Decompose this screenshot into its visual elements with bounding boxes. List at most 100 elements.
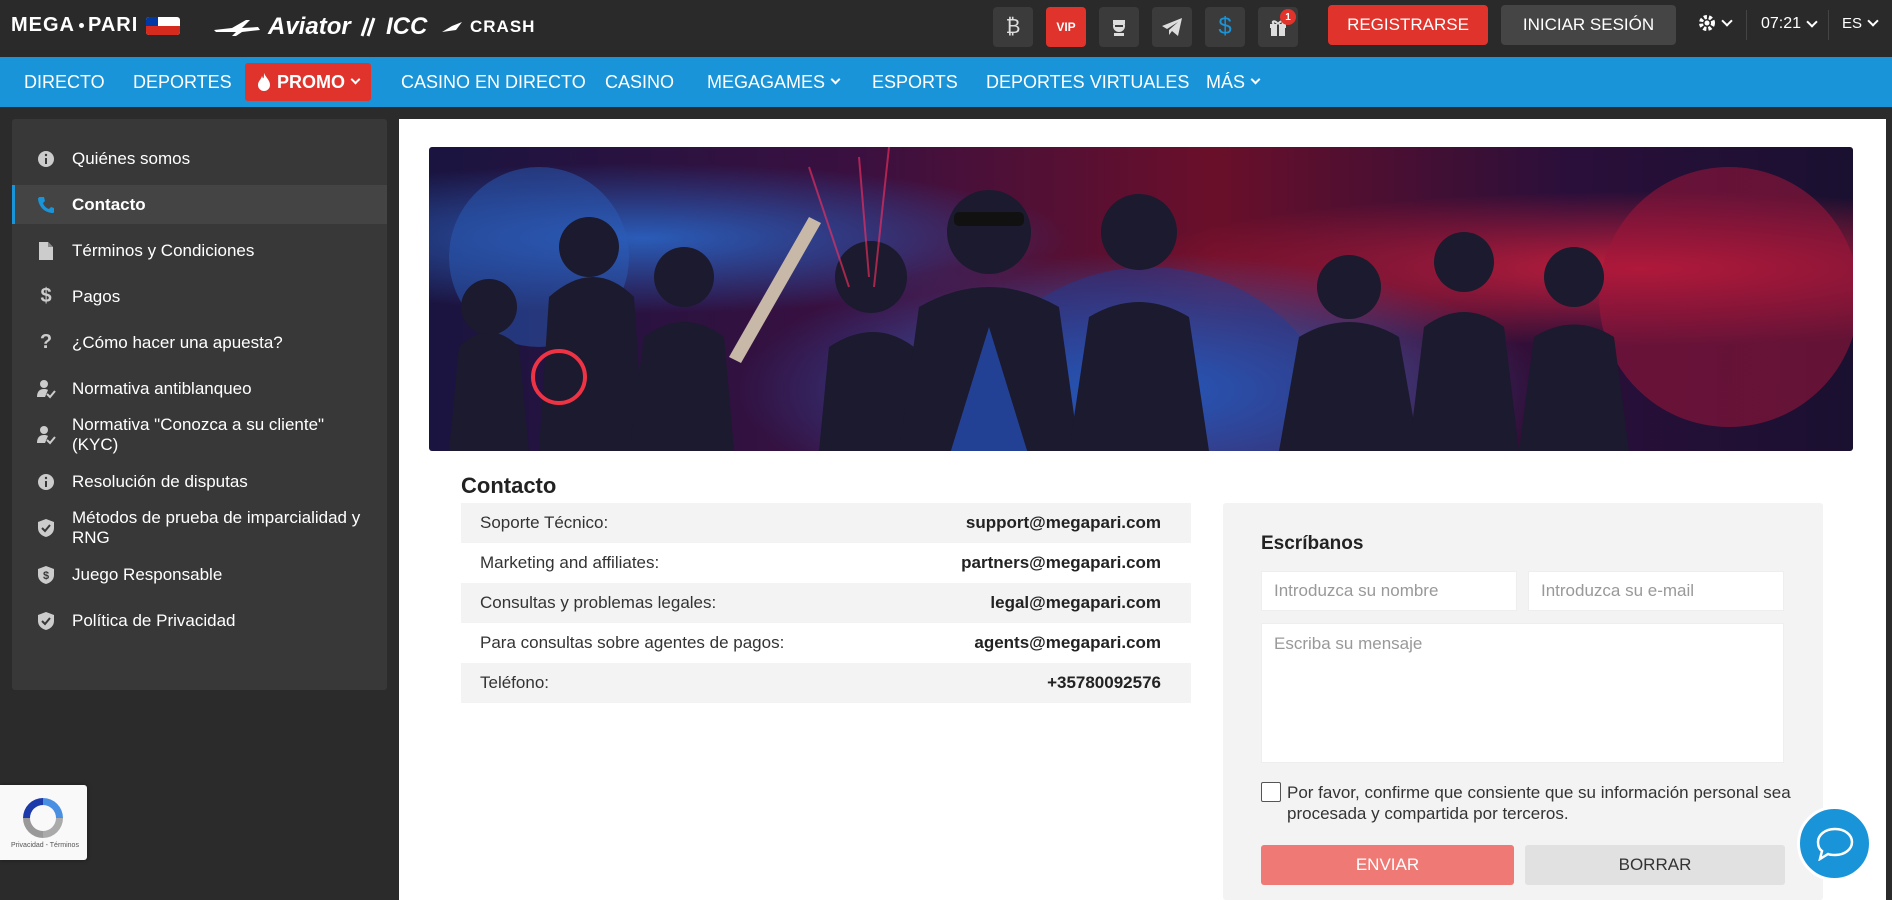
row-value[interactable]: +35780092576	[1047, 673, 1161, 693]
sidebar-item-privacy[interactable]: Política de Privacidad	[12, 601, 387, 640]
form-title: Escríbanos	[1261, 533, 1364, 554]
table-row: Teléfono: +35780092576	[461, 663, 1191, 703]
hero-banner	[429, 147, 1853, 451]
athletes-illustration	[449, 147, 1853, 451]
nav-promo[interactable]: PROMO	[245, 63, 372, 101]
user-check-icon	[36, 379, 56, 399]
agent-icon[interactable]	[1099, 7, 1139, 47]
nav-deportes[interactable]: DEPORTES	[133, 57, 232, 107]
chevron-down-icon	[1867, 15, 1879, 27]
gear-icon	[1699, 15, 1715, 31]
recaptcha-badge[interactable]: Privacidad - Términos	[0, 785, 87, 860]
login-button[interactable]: INICIAR SESIÓN	[1501, 5, 1676, 45]
user-check-icon	[36, 425, 56, 445]
sidebar-item-terms[interactable]: Términos y Condiciones	[12, 231, 387, 270]
row-value[interactable]: support@megapari.com	[966, 513, 1161, 533]
info-sidebar: Quiénes somos Contacto Términos y Condic…	[12, 119, 387, 690]
sidebar-item-payments[interactable]: $ Pagos	[12, 277, 387, 316]
chat-button[interactable]	[1797, 806, 1872, 881]
nav-mas[interactable]: MÁS	[1206, 57, 1261, 107]
row-value[interactable]: agents@megapari.com	[974, 633, 1161, 653]
send-button[interactable]: ENVIAR	[1261, 845, 1514, 885]
divider	[1828, 10, 1829, 40]
sidebar-item-contact[interactable]: Contacto	[12, 185, 387, 224]
message-textarea[interactable]: Escriba su mensaje	[1261, 623, 1784, 763]
logo-left: MEGA	[11, 14, 75, 36]
document-icon	[36, 241, 56, 261]
shield-dollar-icon: $	[36, 565, 56, 585]
contact-table: Soporte Técnico: support@megapari.com Ma…	[461, 503, 1191, 703]
consent-checkbox[interactable]	[1261, 782, 1281, 802]
sidebar-item-about[interactable]: Quiénes somos	[12, 139, 387, 178]
clear-button[interactable]: BORRAR	[1525, 845, 1785, 885]
sidebar-item-aml[interactable]: Normativa antiblanqueo	[12, 369, 387, 408]
fire-icon	[258, 73, 270, 91]
main-nav: DIRECTO DEPORTES PROMO CASINO EN DIRECTO…	[0, 57, 1892, 107]
sidebar-item-kyc[interactable]: Normativa "Conozca a su cliente" (KYC)	[12, 415, 387, 455]
chevron-down-icon	[1721, 14, 1733, 27]
phone-icon	[36, 195, 56, 215]
chevron-down-icon	[1250, 74, 1261, 85]
nav-casino-en-directo[interactable]: CASINO EN DIRECTO	[401, 57, 586, 107]
contact-form: Escríbanos Introduzca su nombre Introduz…	[1223, 503, 1823, 900]
brand-aviator[interactable]: Aviator	[212, 13, 351, 41]
recaptcha-links[interactable]: Privacidad - Términos	[11, 842, 79, 849]
shield-check-icon	[36, 611, 56, 631]
dollar-icon: $	[40, 285, 52, 307]
chile-flag-icon	[146, 16, 181, 35]
logo[interactable]: MEGA PARI	[11, 14, 181, 37]
nav-megagames[interactable]: MEGAGAMES	[707, 57, 841, 107]
register-button[interactable]: REGISTRARSE	[1328, 5, 1488, 45]
brand-crash[interactable]: CRASH	[442, 17, 535, 37]
top-icons: ₿ VIP $ 1	[993, 7, 1298, 47]
info-icon	[36, 149, 56, 169]
chevron-down-icon	[350, 74, 361, 85]
shield-check-icon	[36, 518, 56, 538]
divider	[1746, 10, 1747, 40]
gift-icon[interactable]: 1	[1258, 7, 1298, 47]
email-input[interactable]: Introduzca su e-mail	[1528, 571, 1784, 611]
table-row: Marketing and affiliates: partners@megap…	[461, 543, 1191, 583]
svg-text:$: $	[43, 570, 49, 582]
main-content: Contacto Soporte Técnico: support@megapa…	[399, 119, 1886, 900]
icc-icon	[360, 17, 376, 37]
bitcoin-icon[interactable]: ₿	[993, 7, 1033, 47]
question-icon: ?	[39, 331, 53, 353]
row-label: Consultas y problemas legales:	[480, 593, 717, 612]
gift-badge: 1	[1280, 9, 1296, 25]
row-label: Marketing and affiliates:	[480, 553, 660, 572]
row-value[interactable]: partners@megapari.com	[961, 553, 1161, 573]
sidebar-item-rng[interactable]: Métodos de prueba de imparcialidad y RNG	[12, 508, 387, 548]
table-row: Soporte Técnico: support@megapari.com	[461, 503, 1191, 543]
top-bar: MEGA PARI Aviator ICC CRASH ₿ VIP $ 1 RE…	[0, 0, 1892, 57]
rocket-icon	[442, 22, 462, 32]
clock[interactable]: 07:21	[1761, 15, 1818, 33]
dollar-icon[interactable]: $	[1205, 7, 1245, 47]
row-label: Para consultas sobre agentes de pagos:	[480, 633, 785, 652]
chevron-down-icon	[1806, 15, 1818, 28]
vip-button[interactable]: VIP	[1046, 7, 1086, 47]
info-icon	[36, 472, 56, 492]
page-title: Contacto	[461, 473, 557, 498]
nav-casino[interactable]: CASINO	[605, 57, 674, 107]
nav-directo[interactable]: DIRECTO	[24, 57, 105, 107]
language-select[interactable]: ES	[1842, 15, 1879, 32]
recaptcha-icon	[23, 798, 63, 838]
row-label: Soporte Técnico:	[480, 513, 609, 532]
logo-right: PARI	[88, 14, 139, 36]
row-value[interactable]: legal@megapari.com	[990, 593, 1161, 613]
sidebar-item-disputes[interactable]: Resolución de disputas	[12, 462, 387, 501]
row-label: Teléfono:	[480, 673, 549, 692]
plane-icon	[214, 20, 260, 36]
chat-bubble-icon	[1816, 827, 1853, 861]
name-input[interactable]: Introduzca su nombre	[1261, 571, 1517, 611]
nav-esports[interactable]: ESPORTS	[872, 57, 958, 107]
settings-menu[interactable]	[1698, 14, 1733, 32]
table-row: Consultas y problemas legales: legal@meg…	[461, 583, 1191, 623]
sidebar-item-responsible[interactable]: $ Juego Responsable	[12, 555, 387, 594]
brand-icc[interactable]: ICC	[358, 13, 427, 41]
sidebar-item-how-to-bet[interactable]: ? ¿Cómo hacer una apuesta?	[12, 323, 387, 362]
consent-label: Por favor, confirme que consiente que su…	[1287, 783, 1791, 823]
nav-deportes-virtuales[interactable]: DEPORTES VIRTUALES	[986, 57, 1189, 107]
telegram-icon[interactable]	[1152, 7, 1192, 47]
